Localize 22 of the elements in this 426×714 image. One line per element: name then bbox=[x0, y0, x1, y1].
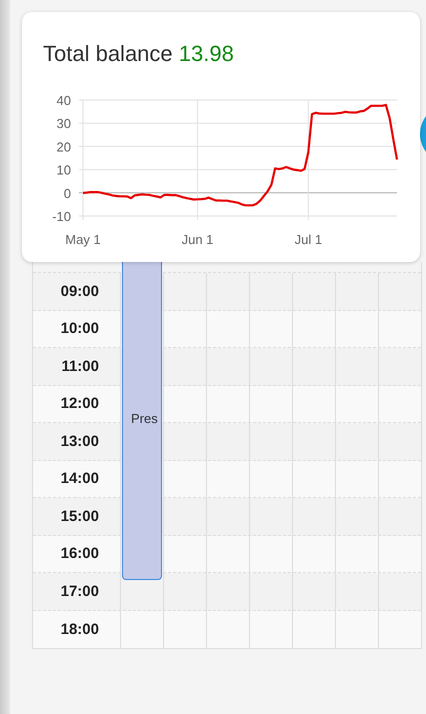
hour-label: 17:00 bbox=[33, 573, 121, 610]
y-tick-label: 40 bbox=[56, 93, 71, 108]
x-tick-label: Jul 1 bbox=[294, 232, 322, 247]
event-title: Pres bbox=[131, 411, 158, 426]
hour-label: 11:00 bbox=[33, 348, 121, 384]
balance-label: Total balance bbox=[43, 41, 173, 66]
hour-label: 13:00 bbox=[33, 423, 121, 460]
y-tick-label: 0 bbox=[64, 186, 71, 201]
hour-label: 12:00 bbox=[33, 386, 121, 422]
balance-amount: 13.98 bbox=[178, 41, 234, 66]
x-tick-label: Jun 1 bbox=[182, 232, 214, 247]
y-tick-label: -10 bbox=[52, 209, 71, 224]
y-tick-label: 10 bbox=[56, 162, 71, 178]
hour-label: 15:00 bbox=[33, 498, 121, 534]
hour-label: 16:00 bbox=[33, 536, 121, 572]
hour-label: 10:00 bbox=[33, 310, 121, 347]
hour-label: 14:00 bbox=[33, 460, 121, 497]
hour-label: 09:00 bbox=[33, 273, 121, 310]
y-tick-label: 20 bbox=[56, 139, 71, 154]
x-tick-label: May 1 bbox=[65, 232, 101, 247]
y-tick-label: 30 bbox=[56, 116, 71, 132]
hour-label: 18:00 bbox=[33, 610, 121, 648]
